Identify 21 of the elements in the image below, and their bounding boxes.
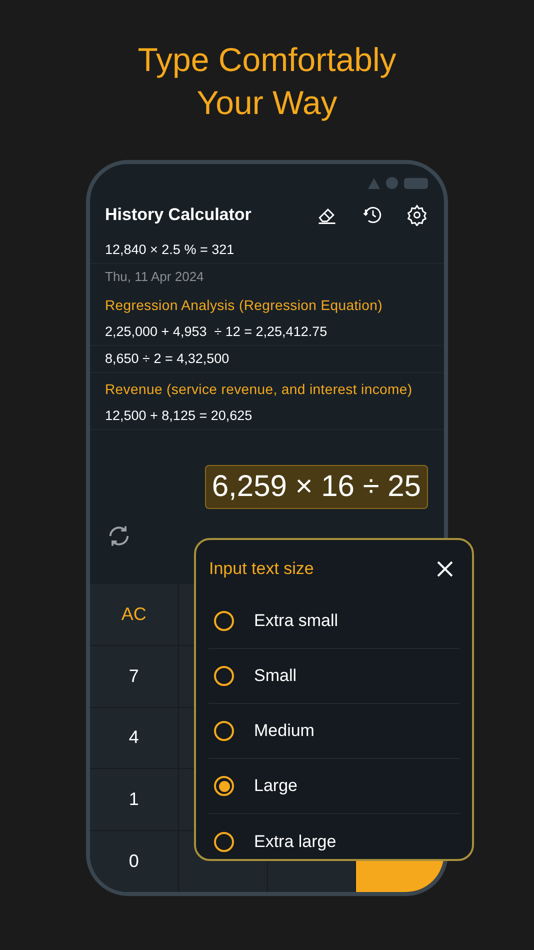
option-label[interactable]: Small xyxy=(254,663,297,689)
headline: Type Comfortably Your Way xyxy=(136,40,398,123)
dialog-title: Input text size xyxy=(208,558,315,580)
app-title: History Calculator xyxy=(105,204,252,226)
history-label: Revenue (service revenue, and interest income) xyxy=(105,380,412,399)
history-label: Regression Analysis (Regression Equation) xyxy=(105,296,382,315)
expression-display: 6,259 × 16 ÷ 25 xyxy=(204,465,428,509)
option-label[interactable]: Extra small xyxy=(254,608,338,634)
history-date: Thu, 11 Apr 2024 xyxy=(105,268,204,286)
calculator-key[interactable]: 1 xyxy=(90,769,178,830)
history-entry[interactable]: 2,25,000 + 4,953 ÷ 12 = 2,25,412.75 xyxy=(105,322,328,342)
calculator-key[interactable]: AC xyxy=(90,584,178,645)
option-label[interactable]: Large xyxy=(254,773,298,799)
history-entry[interactable]: 12,500 + 8,125 = 20,625 xyxy=(105,406,252,426)
calculator-key[interactable]: 7 xyxy=(90,646,178,707)
option-label[interactable]: Extra large xyxy=(254,828,336,854)
option-label[interactable]: Medium xyxy=(254,718,314,744)
calculator-key[interactable]: 4 xyxy=(90,708,178,768)
calculator-key[interactable]: 0 xyxy=(90,831,178,892)
history-entry[interactable]: 12,840 × 2.5 % = 321 xyxy=(105,240,234,260)
history-entry[interactable]: 8,650 ÷ 2 = 4,32,500 xyxy=(105,348,230,370)
